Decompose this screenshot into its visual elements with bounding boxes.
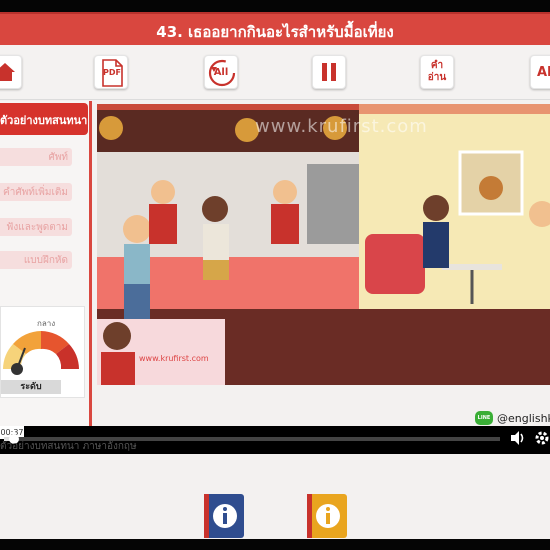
pdf-label: PDF xyxy=(103,68,121,77)
gauge-dial xyxy=(3,331,79,375)
tab-conversation[interactable]: ตัวอย่างบทสนทนา xyxy=(0,103,88,135)
settings-button[interactable] xyxy=(533,429,550,447)
presenter xyxy=(103,322,131,350)
title-bar: 43. เธออยากกินอะไรสำหรับมื้อเที่ยง xyxy=(0,12,550,45)
play-all-button[interactable]: All xyxy=(204,55,238,89)
font-size-button[interactable]: AB xyxy=(530,55,550,89)
volume-button[interactable] xyxy=(509,429,527,447)
info-card-yellow[interactable] xyxy=(307,494,347,538)
banner-url: www.krufirst.com xyxy=(139,354,209,363)
booth-seat xyxy=(365,234,425,294)
video-watermark: www.krufirst.com xyxy=(255,116,428,137)
pronunciation-text: คำ อ่าน xyxy=(427,60,447,83)
video-frame[interactable]: www.krufirst.com www.krufirst.com xyxy=(97,104,550,385)
sidebar-item-listen-repeat[interactable]: ฟังและพูดตาม xyxy=(0,218,72,236)
table xyxy=(442,264,502,270)
bottom-area xyxy=(0,454,550,539)
character-girl xyxy=(202,196,228,222)
burger-icon xyxy=(99,116,123,140)
character-man xyxy=(423,195,449,221)
volume-icon xyxy=(511,431,524,445)
character-cashier xyxy=(151,180,175,204)
page-title: 43. เธออยากกินอะไรสำหรับมื้อเที่ยง xyxy=(156,23,394,41)
pronunciation-button[interactable]: คำ อ่าน xyxy=(420,55,454,89)
toolbar: PDF All คำ อ่าน AB xyxy=(0,45,550,100)
font-size-label: AB xyxy=(537,64,550,80)
pdf-button[interactable]: PDF xyxy=(94,55,128,89)
pause-button[interactable] xyxy=(312,55,346,89)
app-screen: 43. เธออยากกินอะไรสำหรับมื้อเที่ยง PDF A… xyxy=(0,0,550,550)
pronunciation-label: คำ อ่าน xyxy=(428,60,446,84)
sidebar-item-exercise[interactable]: แบบฝึกหัด xyxy=(0,251,72,269)
bottom-letterbox xyxy=(0,539,550,550)
character-boy xyxy=(123,215,151,243)
play-all-label: All xyxy=(213,66,229,78)
sidebar-item-vocab[interactable]: ศัพท์ xyxy=(0,148,72,166)
line-icon: LINE xyxy=(475,411,493,425)
info-card-blue[interactable] xyxy=(204,494,244,538)
info-icon xyxy=(204,494,244,538)
top-letterbox xyxy=(0,0,550,12)
gear-icon xyxy=(535,431,549,445)
character-cook xyxy=(273,180,297,204)
line-handle: @englishk xyxy=(497,412,550,425)
sidebar-item-extra-vocab[interactable]: คำศัพท์เพิ่มเติม xyxy=(0,183,72,201)
pause-icon xyxy=(322,63,336,81)
level-gauge: กลาง ระดับ xyxy=(0,306,85,398)
video-player-controls: 00:37 ตัวอย่างบทสนทนา ภาษาอังกฤษ xyxy=(0,426,550,454)
line-handle-text: @englishk xyxy=(497,412,550,425)
subtitle-line: ตัวอย่างบทสนทนา ภาษาอังกฤษ xyxy=(0,441,137,451)
home-button[interactable] xyxy=(0,55,22,89)
level-label: ระดับ xyxy=(1,380,61,394)
home-icon xyxy=(0,63,15,81)
gauge-hub xyxy=(11,363,23,375)
video-scene xyxy=(97,104,550,385)
info-icon xyxy=(307,494,347,538)
sidebar: ตัวอย่างบทสนทนา ศัพท์ คำศัพท์เพิ่มเติม ฟ… xyxy=(0,101,92,431)
